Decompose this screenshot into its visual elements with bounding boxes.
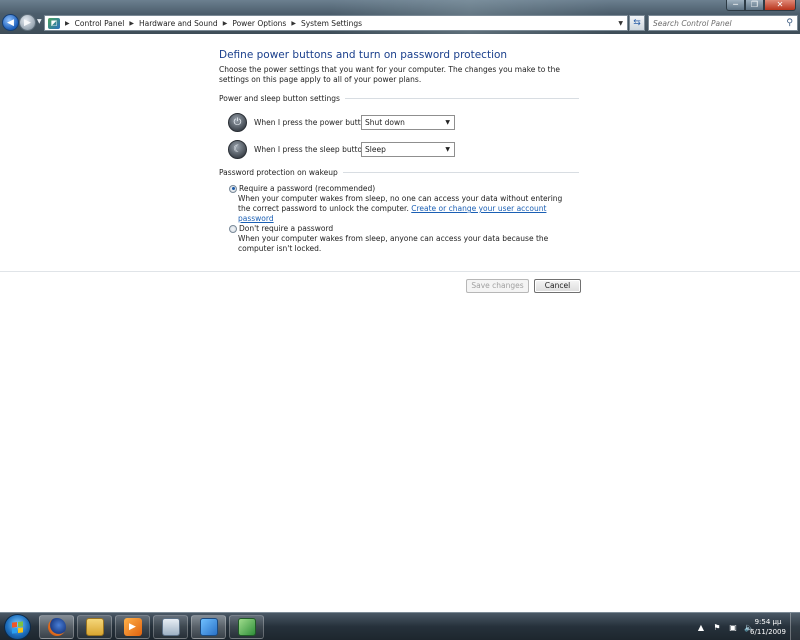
chevron-right-icon[interactable]: ▶ (223, 20, 228, 27)
divider (344, 98, 579, 99)
dont-require-password-radio[interactable] (229, 224, 237, 233)
cancel-button[interactable]: Cancel (534, 279, 581, 293)
page-description: Choose the power settings that you want … (219, 65, 560, 84)
recent-pages-icon[interactable]: ▼ (37, 18, 42, 25)
power-button-select[interactable]: Shut down ▼ (361, 114, 455, 130)
refresh-button[interactable]: ⇆ (629, 15, 645, 31)
start-button[interactable] (4, 614, 31, 640)
sleep-button-value: Sleep (365, 144, 386, 154)
require-password-option: Require a password (recommended) When yo… (229, 184, 574, 224)
control-panel-window-icon (237, 618, 256, 636)
dont-require-password-label[interactable]: Don't require a password (239, 224, 333, 233)
sleep-button-select[interactable]: Sleep ▼ (361, 141, 455, 157)
taskbar-firefox[interactable] (39, 615, 74, 639)
network-icon[interactable]: ▣ (728, 622, 738, 632)
chevron-right-icon[interactable]: ▶ (129, 20, 134, 27)
breadcrumb-control-panel[interactable]: Control Panel (75, 19, 125, 28)
show-hidden-icons-arrow[interactable]: ▲ (696, 622, 706, 632)
group-header-label: Power and sleep button settings (219, 94, 340, 103)
power-button-value: Shut down (365, 117, 405, 127)
firefox-icon (47, 618, 66, 636)
show-desktop-button[interactable] (790, 613, 800, 640)
clock[interactable]: 9:54 μμ 6/11/2009 (748, 617, 788, 637)
maximize-button[interactable]: ❐ (745, 0, 764, 11)
power-button-row: ⏻ When I press the power button: Shut do… (228, 111, 468, 133)
forward-arrow-icon: ▶ (24, 17, 31, 28)
breadcrumb-hardware-and-sound[interactable]: Hardware and Sound (139, 19, 218, 28)
sleep-button-row: ☾ When I press the sleep button: Sleep ▼ (228, 138, 468, 160)
power-button-label: When I press the power button: (254, 117, 373, 127)
chevron-down-icon: ▼ (445, 118, 450, 126)
close-button[interactable]: ✕ (764, 0, 796, 11)
group-header-label: Password protection on wakeup (219, 168, 338, 177)
flag-icon[interactable]: ⚑ (712, 622, 722, 632)
require-password-label[interactable]: Require a password (recommended) (239, 184, 375, 193)
back-arrow-icon: ◀ (7, 17, 14, 28)
footer-divider (0, 271, 800, 272)
breadcrumb-system-settings[interactable]: System Settings (301, 19, 362, 28)
sleep-button-label: When I press the sleep button: (254, 144, 370, 154)
system-tray: ▲ ⚑ ▣ 🔈 (696, 622, 754, 632)
search-box[interactable]: ⚲ (648, 15, 798, 31)
taskbar-control-panel[interactable] (191, 615, 226, 639)
chevron-down-icon: ▼ (445, 145, 450, 153)
password-group-header: Password protection on wakeup (219, 168, 579, 177)
folder-icon (161, 618, 180, 636)
control-panel-icon: ◩ (48, 17, 60, 29)
media-player-icon: ▶ (123, 618, 142, 636)
refresh-icon: ⇆ (633, 18, 641, 28)
main-content: Define power buttons and turn on passwor… (0, 34, 800, 612)
chevron-right-icon[interactable]: ▶ (65, 20, 70, 27)
require-password-radio[interactable] (229, 184, 237, 193)
page-title: Define power buttons and turn on passwor… (219, 49, 508, 61)
taskbar-explorer[interactable] (77, 615, 112, 639)
chevron-right-icon[interactable]: ▶ (291, 20, 296, 27)
clock-time: 9:54 μμ (754, 618, 782, 626)
address-dropdown-icon[interactable]: ▼ (618, 20, 623, 27)
require-password-description: When your computer wakes from sleep, no … (238, 194, 574, 224)
back-button[interactable]: ◀ (2, 14, 19, 31)
save-changes-button[interactable]: Save changes (466, 279, 529, 293)
forward-button[interactable]: ▶ (19, 14, 36, 31)
divider (342, 172, 579, 173)
control-panel-icon (199, 618, 218, 636)
dont-require-password-option: Don't require a password When your compu… (229, 224, 574, 254)
address-bar[interactable]: ◩ ▶ Control Panel ▶ Hardware and Sound ▶… (44, 15, 628, 31)
taskbar-media-player[interactable]: ▶ (115, 615, 150, 639)
power-sleep-group-header: Power and sleep button settings (219, 94, 579, 103)
power-icon: ⏻ (228, 112, 247, 132)
windows-explorer-icon (85, 618, 104, 636)
windows-logo-icon (12, 620, 23, 634)
taskbar: ▶ ▲ ⚑ ▣ 🔈 9:54 μμ 6/11/2009 (0, 612, 800, 640)
taskbar-folder[interactable] (153, 615, 188, 639)
sleep-moon-icon: ☾ (228, 139, 247, 159)
search-icon[interactable]: ⚲ (786, 18, 793, 28)
minimize-button[interactable]: ─ (726, 0, 745, 11)
clock-date: 6/11/2009 (750, 628, 786, 636)
breadcrumb-power-options[interactable]: Power Options (232, 19, 286, 28)
dont-require-password-description: When your computer wakes from sleep, any… (238, 234, 549, 253)
taskbar-control-panel-window[interactable] (229, 615, 264, 639)
window-controls: ─ ❐ ✕ (726, 0, 796, 11)
search-input[interactable] (653, 18, 773, 28)
